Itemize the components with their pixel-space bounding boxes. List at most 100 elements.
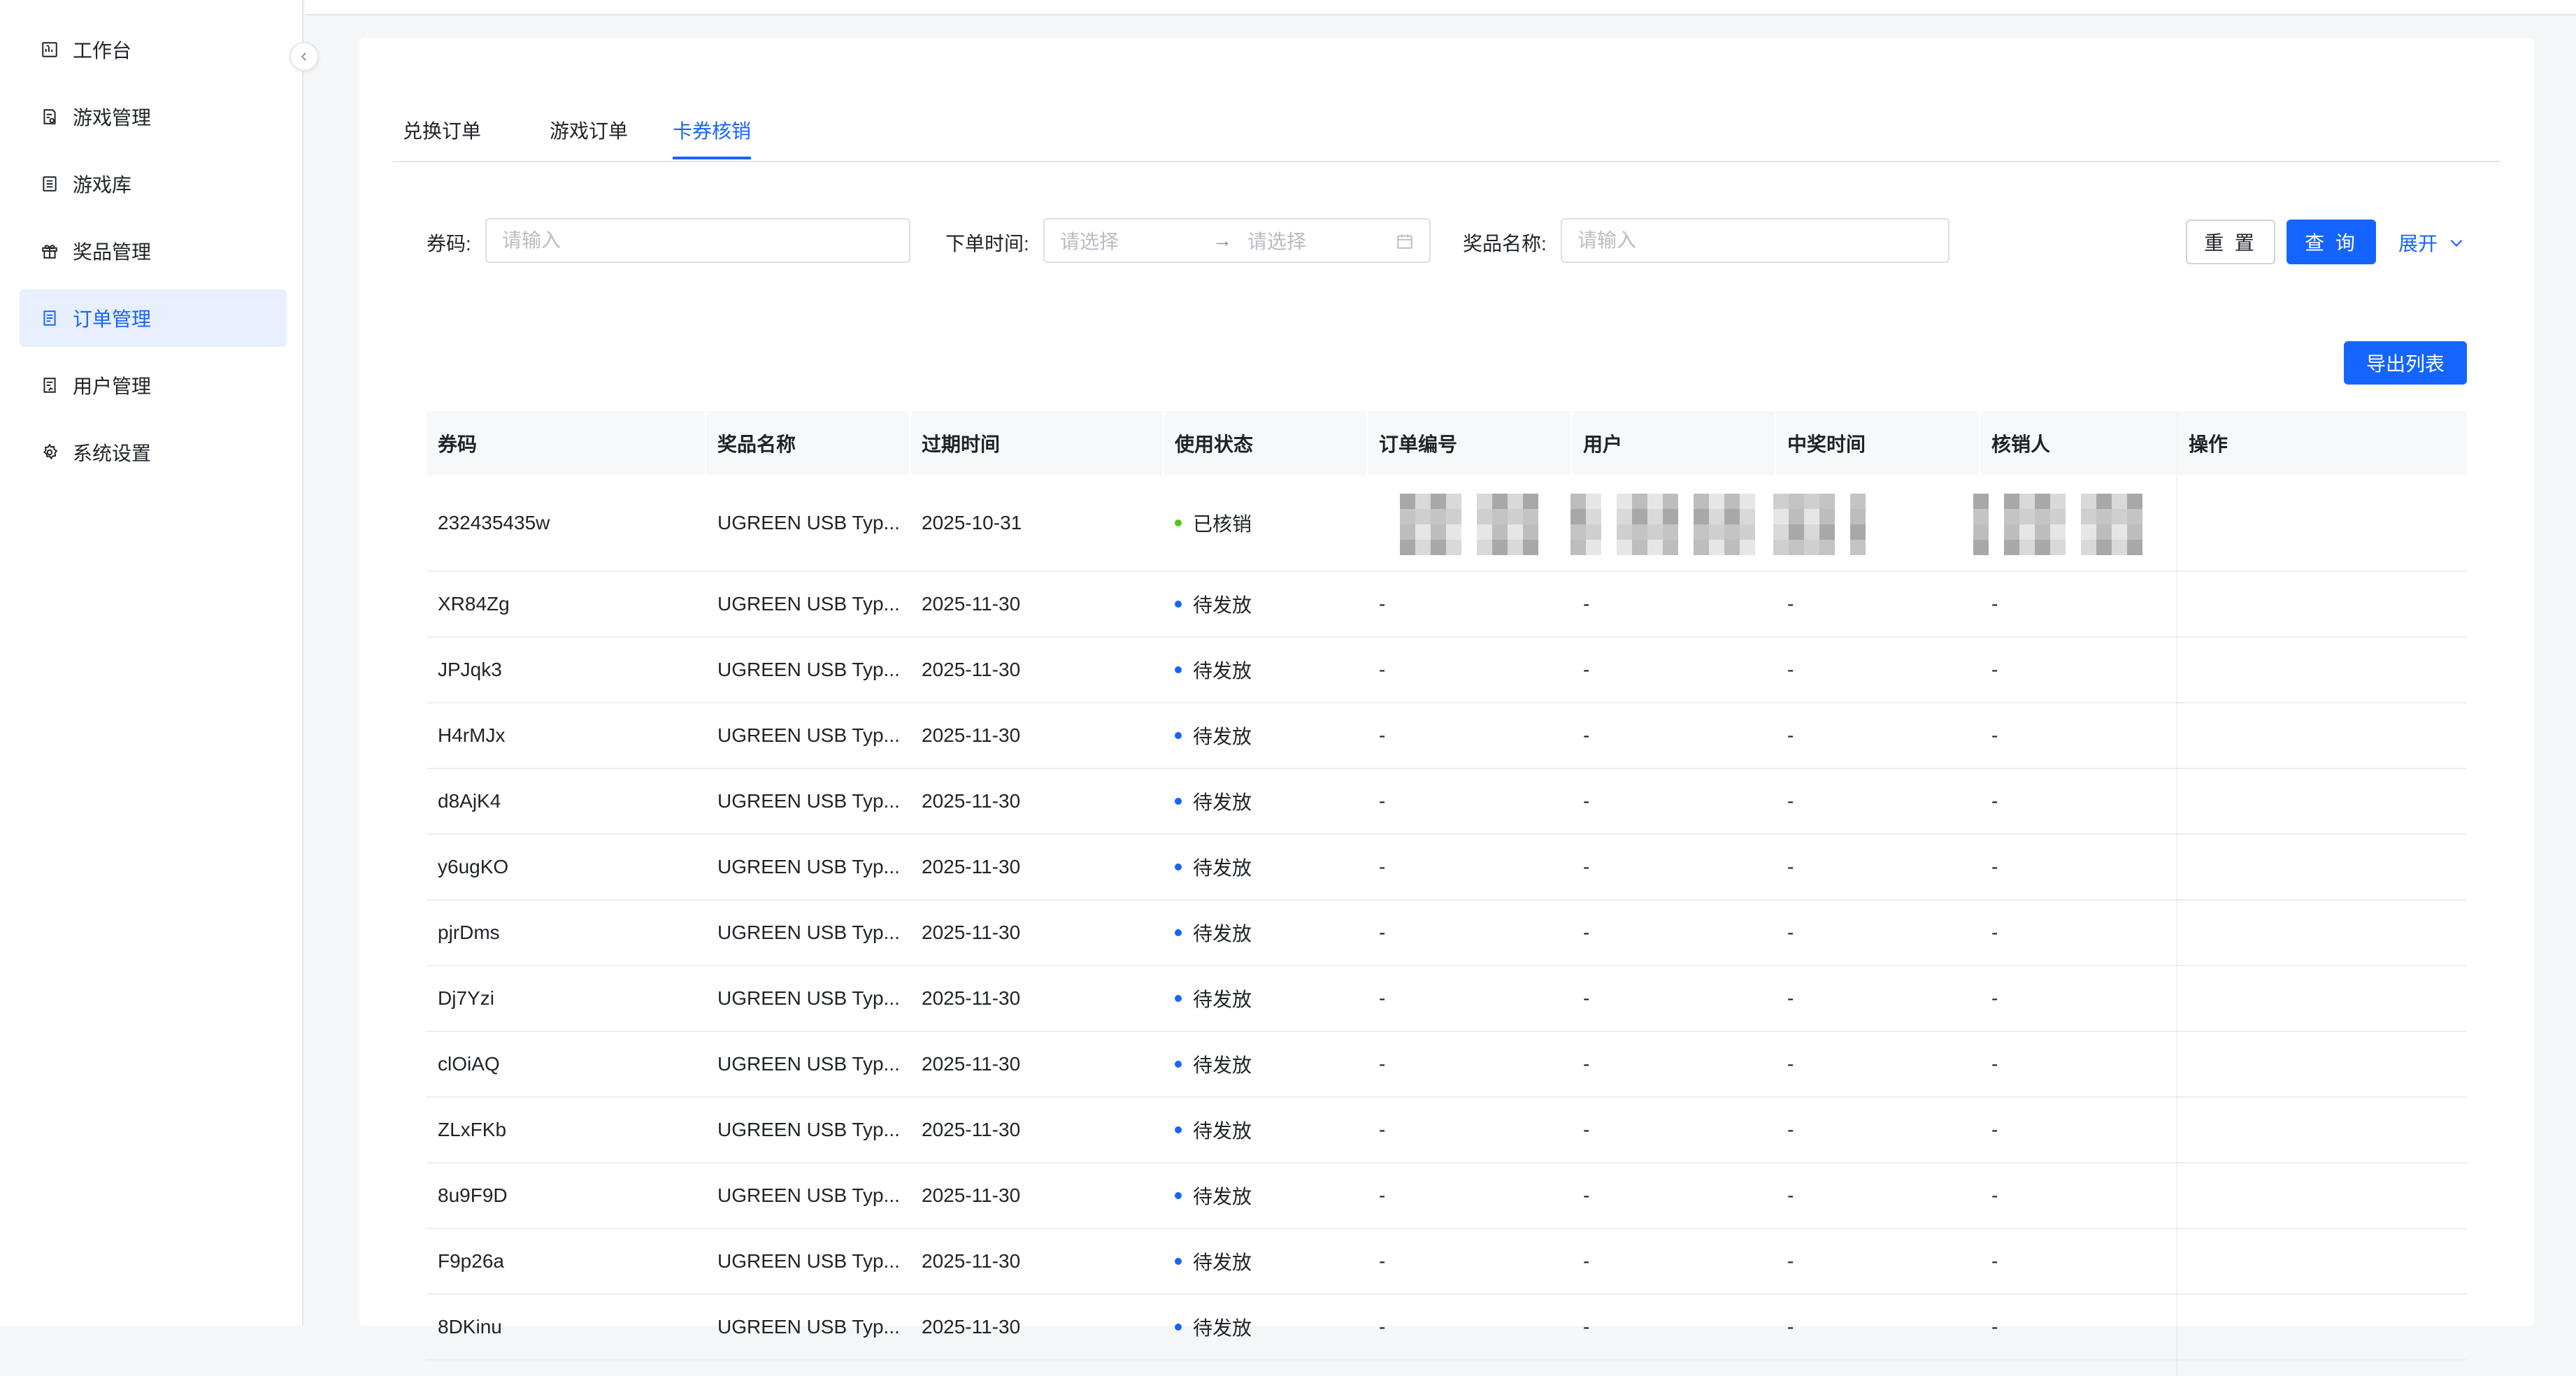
prize-name-input[interactable]	[1561, 218, 1949, 263]
sidebar-item-system-settings[interactable]: 系统设置	[20, 424, 287, 481]
user-cell: -	[1572, 1032, 1775, 1096]
sidebar-collapse-button[interactable]	[289, 42, 319, 71]
user-cell: -	[1572, 703, 1775, 768]
code-cell: Dj7Yzi	[427, 966, 705, 1031]
chevron-down-icon	[2450, 239, 2463, 247]
status-text: 待发放	[1193, 594, 1252, 616]
sidebar-item-user-management[interactable]: 用户管理	[20, 357, 287, 414]
win-time-cell-text: -	[1787, 1053, 1794, 1075]
table-row: y6ugKO UGREEN USB Typ... 2025-11-30 待发放 - - - -	[427, 835, 2467, 901]
table-row: 8DKinu UGREEN USB Typ... 2025-11-30 待发放 - - - -	[427, 1295, 2467, 1361]
order-no-cell: -	[1368, 901, 1570, 965]
user-cell: -	[1572, 572, 1775, 636]
win-time-cell: -	[1776, 1229, 1979, 1293]
chevron-left-icon	[301, 52, 306, 61]
win-time-cell-text: -	[1787, 1184, 1794, 1206]
win-time-cell: -	[1776, 966, 1979, 1031]
verifier-cell-text: -	[1991, 790, 1998, 812]
order-tabs: 兑换订单 游戏订单 卡券核销	[393, 76, 2500, 162]
win-time-cell-text: -	[1787, 987, 1794, 1009]
tab-coupon-redemption[interactable]: 卡券核销	[673, 116, 752, 159]
prize-cell: UGREEN USB Typ...	[706, 1295, 909, 1359]
user-cell-text: -	[1583, 790, 1590, 812]
status-text: 待发放	[1193, 1186, 1252, 1207]
status-text: 待发放	[1193, 660, 1252, 682]
table-row: JPJqk3 UGREEN USB Typ... 2025-11-30 待发放 - - - -	[427, 638, 2467, 703]
win-time-cell: -	[1776, 1163, 1979, 1228]
expire-cell: 2025-11-30	[910, 1229, 1162, 1293]
prize-cell-text: UGREEN USB Typ...	[717, 1053, 900, 1075]
tab-game-orders[interactable]: 游戏订单	[550, 116, 628, 157]
order-no-cell: -	[1368, 703, 1570, 768]
table-row: d8AjK4 UGREEN USB Typ... 2025-11-30 待发放 - - - -	[427, 769, 2467, 835]
prize-cell-text: UGREEN USB Typ...	[717, 724, 900, 746]
column-header-actions: 操作	[2189, 433, 2228, 455]
code-input[interactable]	[485, 218, 910, 263]
code-cell-text: pjrDms	[438, 922, 500, 943]
status-dot-icon	[1175, 1192, 1182, 1199]
actions-cell	[2177, 1229, 2467, 1293]
user-cell-text: -	[1583, 1119, 1590, 1140]
expire-cell: 2025-11-30	[910, 1098, 1162, 1162]
actions-cell	[2177, 1032, 2467, 1096]
order-no-cell-text: -	[1379, 1250, 1386, 1272]
status-dot-icon	[1175, 519, 1182, 526]
status-cell: 待发放	[1164, 572, 1366, 636]
sidebar-item-game-management[interactable]: 游戏管理	[20, 88, 287, 145]
code-cell-text: 8DKinu	[438, 1316, 502, 1338]
query-button[interactable]: 查 询	[2287, 220, 2376, 264]
table-row: ZLxFKb UGREEN USB Typ... 2025-11-30 待发放 - - - -	[427, 1098, 2467, 1163]
status-cell: 待发放	[1164, 638, 1366, 702]
table-header: 券码 奖品名称 过期时间 使用状态 订单编号 用户 中奖时间 核销人 操作	[427, 411, 2467, 475]
prize-cell-text: UGREEN USB Typ...	[717, 1184, 900, 1206]
verifier-cell: -	[1980, 703, 2176, 768]
user-cell: -	[1572, 966, 1775, 1031]
column-header-expire: 过期时间	[922, 433, 1001, 455]
top-header	[305, 0, 2576, 15]
actions-cell	[2177, 901, 2467, 965]
expire-cell-text: 2025-11-30	[922, 724, 1021, 746]
tab-exchange-orders[interactable]: 兑换订单	[403, 116, 481, 157]
code-cell: ZLxFKb	[427, 1098, 705, 1162]
prize-cell-text: UGREEN USB Typ...	[717, 659, 900, 680]
table-row: clOiAQ UGREEN USB Typ... 2025-11-30 待发放 - - - -	[427, 1032, 2467, 1098]
sidebar-item-label: 奖品管理	[73, 241, 152, 263]
expire-cell: 2025-11-30	[910, 703, 1162, 768]
time-end-placeholder[interactable]: 请选择	[1247, 227, 1306, 255]
column-header-code: 券码	[438, 433, 478, 455]
order-no-cell: -	[1368, 1229, 1570, 1293]
order-no-cell: -	[1368, 966, 1570, 1031]
code-cell: pjrDms	[427, 901, 705, 965]
user-cell: -	[1572, 901, 1775, 965]
column-header-status: 使用状态	[1175, 433, 1254, 455]
user-cell: -	[1572, 769, 1775, 833]
order-no-cell: -	[1368, 638, 1570, 702]
verifier-cell: -	[1980, 572, 2176, 636]
expire-cell-text: 2025-11-30	[922, 1053, 1021, 1075]
expire-cell: 2025-11-30	[910, 1032, 1162, 1096]
user-cell-text: -	[1583, 1316, 1590, 1338]
time-start-placeholder[interactable]: 请选择	[1060, 227, 1119, 255]
reset-button[interactable]: 重 置	[2186, 220, 2275, 264]
status-dot-icon	[1175, 601, 1182, 608]
prize-cell-text: UGREEN USB Typ...	[717, 1316, 900, 1338]
sidebar-item-order-management[interactable]: 订单管理	[20, 289, 287, 347]
status-dot-icon	[1175, 798, 1182, 805]
status-text: 待发放	[1193, 1317, 1252, 1339]
content-card: 兑换订单 游戏订单 卡券核销 券码: 下单时间: 请选择 → 请选择 奖品名称:…	[359, 38, 2534, 1376]
sidebar-item-workbench[interactable]: 工作台	[20, 21, 287, 78]
order-time-range-picker[interactable]: 请选择 → 请选择	[1043, 218, 1431, 263]
prize-cell-text: UGREEN USB Typ...	[717, 856, 900, 877]
user-cell-text: -	[1583, 659, 1590, 680]
export-list-button[interactable]: 导出列表	[2344, 341, 2467, 385]
code-cell-text: JPJqk3	[438, 659, 502, 680]
verifier-cell: -	[1980, 901, 2176, 965]
win-time-cell-text: -	[1787, 1316, 1794, 1338]
sidebar-item-prize-management[interactable]: 奖品管理	[20, 222, 287, 280]
user-cell: -	[1572, 1295, 1775, 1359]
expand-filters-button[interactable]: 展开	[2398, 229, 2466, 257]
sidebar-item-game-library[interactable]: 游戏库	[20, 155, 287, 213]
verifier-cell-text: -	[1991, 659, 1998, 680]
status-text: 待发放	[1193, 857, 1252, 879]
order-no-cell-text: -	[1379, 1316, 1386, 1338]
